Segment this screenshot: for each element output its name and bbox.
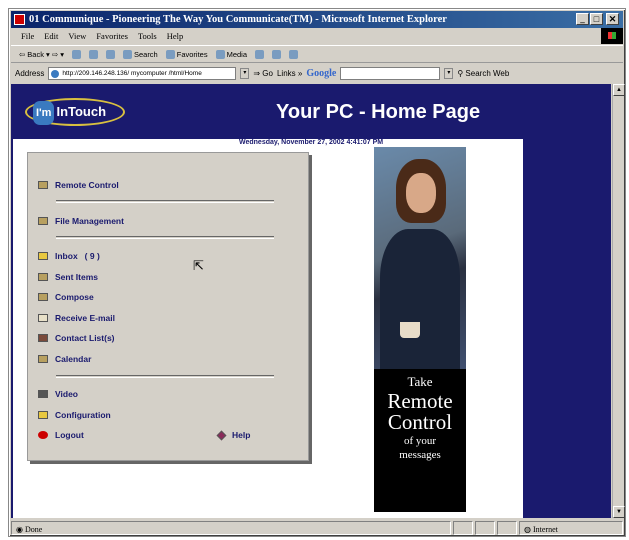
page-banner: I'm InTouch Your PC - Home Page <box>11 84 611 139</box>
home-icon <box>105 49 115 59</box>
menu-panel: Remote Control File Management Inbox( 9 … <box>27 152 309 461</box>
favorites-button[interactable]: Favorites <box>165 46 208 62</box>
address-book-icon <box>38 334 48 342</box>
search-web-button[interactable]: ⚲ Search Web <box>457 65 509 82</box>
browser-window: 01 Communique - Pioneering The Way You C… <box>8 8 626 537</box>
media-icon <box>215 49 225 59</box>
status-pane <box>497 521 517 535</box>
contact-list-link[interactable]: Contact List(s) <box>38 333 115 343</box>
address-dropdown[interactable]: ▾ <box>240 67 250 79</box>
vertical-scrollbar[interactable]: ▲ ▼ <box>612 84 625 518</box>
separator <box>56 200 274 203</box>
logout-link[interactable]: Logout <box>38 430 84 440</box>
security-zone: ◍ Internet <box>519 521 623 535</box>
stop-icon <box>71 49 81 59</box>
history-icon <box>255 49 265 59</box>
date-time: Wednesday, November 27, 2002 4:41:07 PM <box>239 139 384 146</box>
sent-items-icon <box>38 273 48 281</box>
mail-button[interactable] <box>272 46 282 62</box>
search-button[interactable]: Search <box>122 46 158 62</box>
window-title: 01 Communique - Pioneering The Way You C… <box>29 14 447 25</box>
mail-icon <box>272 49 282 59</box>
ad-text: Take Remote Control of your messages <box>387 374 453 461</box>
scroll-up-icon[interactable]: ▲ <box>613 84 625 96</box>
mouse-cursor-icon: ⇱ <box>193 258 204 273</box>
calendar-link[interactable]: Calendar <box>38 354 91 364</box>
page-title: Your PC - Home Page <box>276 101 481 123</box>
minimize-button[interactable]: _ <box>576 13 589 25</box>
pen-icon <box>38 293 48 301</box>
print-button[interactable] <box>289 46 299 62</box>
history-button[interactable] <box>255 46 265 62</box>
google-search-input[interactable] <box>340 66 441 80</box>
menu-bar: File Edit View Favorites Tools Help <box>11 29 623 44</box>
video-camera-icon <box>38 390 48 398</box>
media-button[interactable]: Media <box>215 46 247 62</box>
refresh-button[interactable] <box>88 46 98 62</box>
page-viewport: I'm InTouch Your PC - Home Page Wednesday… <box>11 84 611 518</box>
separator <box>56 236 274 239</box>
google-toolbar-logo[interactable]: Google <box>306 65 336 82</box>
menu-favorites[interactable]: Favorites <box>96 29 128 44</box>
video-link[interactable]: Video <box>38 389 78 399</box>
configuration-link[interactable]: Configuration <box>38 410 111 420</box>
configuration-folder-icon <box>38 411 48 419</box>
inbox-link[interactable]: Inbox( 9 ) <box>38 251 100 261</box>
sent-items-link[interactable]: Sent Items <box>38 272 98 282</box>
close-button[interactable]: ✕ <box>606 13 619 25</box>
file-management-link[interactable]: File Management <box>38 216 124 226</box>
folder-icon <box>38 252 48 260</box>
status-pane <box>453 521 473 535</box>
windows-logo-icon <box>601 28 623 44</box>
links-button[interactable]: Links » <box>277 65 302 82</box>
remote-control-icon <box>38 181 48 189</box>
ad-photo <box>374 147 466 369</box>
title-bar: 01 Communique - Pioneering The Way You C… <box>11 11 623 28</box>
intouch-logo: I'm InTouch <box>25 98 125 126</box>
search-icon <box>122 49 132 59</box>
help-link[interactable]: Help <box>216 430 250 440</box>
stop-button[interactable] <box>71 46 81 62</box>
google-dropdown[interactable]: ▾ <box>444 67 454 79</box>
separator <box>56 375 274 378</box>
status-pane <box>475 521 495 535</box>
remote-control-link[interactable]: Remote Control <box>38 180 119 190</box>
refresh-icon <box>88 49 98 59</box>
scroll-down-icon[interactable]: ▼ <box>613 506 625 518</box>
envelope-icon <box>38 314 48 322</box>
left-border <box>11 139 13 518</box>
menu-edit[interactable]: Edit <box>44 29 58 44</box>
remote-control-ad[interactable]: Take Remote Control of your messages <box>374 147 466 512</box>
inbox-count: ( 9 ) <box>84 251 100 261</box>
ie-icon <box>14 14 25 25</box>
back-button[interactable]: ⇦ Back ▾ ⇨ ▾ <box>19 46 64 62</box>
status-text: ◉ Done <box>11 521 451 535</box>
toolbar: ⇦ Back ▾ ⇨ ▾ Search Favorites Media <box>11 45 623 63</box>
logout-icon <box>38 431 48 439</box>
receive-email-link[interactable]: Receive E-mail <box>38 313 115 323</box>
coffee-cup <box>400 322 420 338</box>
favorites-icon <box>165 49 175 59</box>
home-button[interactable] <box>105 46 115 62</box>
menu-help[interactable]: Help <box>167 29 184 44</box>
go-button[interactable]: ⇒ Go <box>253 65 273 82</box>
address-label: Address <box>15 68 45 78</box>
print-icon <box>289 49 299 59</box>
address-input[interactable]: http://209.146.248.136/ mycomputer /html… <box>48 66 237 80</box>
menu-file[interactable]: File <box>21 29 34 44</box>
status-bar: ◉ Done ◍ Internet <box>11 520 623 536</box>
calendar-icon <box>38 355 48 363</box>
back-arrow-icon: ⇦ <box>19 49 26 59</box>
address-bar: Address http://209.146.248.136/ mycomput… <box>11 64 623 82</box>
maximize-button[interactable]: □ <box>590 13 603 25</box>
compose-link[interactable]: Compose <box>38 292 94 302</box>
menu-tools[interactable]: Tools <box>138 29 157 44</box>
file-management-icon <box>38 217 48 225</box>
menu-view[interactable]: View <box>68 29 86 44</box>
right-border <box>523 139 611 518</box>
help-icon <box>216 430 227 440</box>
